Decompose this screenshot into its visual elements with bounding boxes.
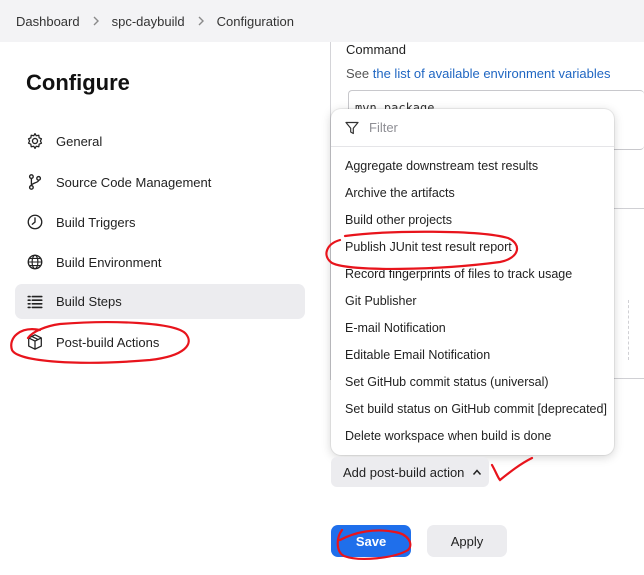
breadcrumb-dashboard[interactable]: Dashboard xyxy=(16,14,80,29)
annotation-check-mark xyxy=(490,456,534,482)
menu-item-github-status-deprecated[interactable]: Set build status on GitHub commit [depre… xyxy=(331,395,614,422)
menu-item-github-status-universal[interactable]: Set GitHub commit status (universal) xyxy=(331,368,614,395)
filter-row xyxy=(331,109,614,147)
sidebar-item-general[interactable]: General xyxy=(15,124,305,158)
env-vars-hint: See the list of available environment va… xyxy=(346,66,611,81)
divider xyxy=(628,300,629,360)
chevron-up-icon xyxy=(472,468,482,476)
list-icon xyxy=(25,292,45,312)
divider xyxy=(612,378,644,379)
env-vars-link[interactable]: the list of available environment variab… xyxy=(373,66,611,81)
add-post-build-action-label: Add post-build action xyxy=(343,464,465,480)
sidebar-item-build-environment[interactable]: Build Environment xyxy=(15,245,305,279)
menu-item-archive-artifacts[interactable]: Archive the artifacts xyxy=(331,179,614,206)
filter-icon xyxy=(345,121,359,134)
breadcrumb-configuration[interactable]: Configuration xyxy=(217,14,294,29)
jenkins-configure-page: Dashboard spc-daybuild Configuration Con… xyxy=(0,0,644,575)
breadcrumb-project[interactable]: spc-daybuild xyxy=(112,14,185,29)
sidebar-item-label: Build Triggers xyxy=(56,214,136,230)
see-prefix: See xyxy=(346,66,373,81)
menu-item-build-other-projects[interactable]: Build other projects xyxy=(331,206,614,233)
page-title: Configure xyxy=(26,70,130,95)
filter-input[interactable] xyxy=(369,120,589,135)
menu-item-email-notification[interactable]: E-mail Notification xyxy=(331,314,614,341)
post-build-action-menu: Aggregate downstream test results Archiv… xyxy=(331,109,614,455)
add-post-build-action-button[interactable]: Add post-build action xyxy=(331,457,489,487)
command-label: Command xyxy=(346,42,406,57)
menu-item-aggregate-downstream[interactable]: Aggregate downstream test results xyxy=(331,152,614,179)
sidebar-item-label: Source Code Management xyxy=(56,174,212,190)
menu-item-git-publisher[interactable]: Git Publisher xyxy=(331,287,614,314)
breadcrumb: Dashboard spc-daybuild Configuration xyxy=(0,0,644,42)
menu-item-record-fingerprints[interactable]: Record fingerprints of files to track us… xyxy=(331,260,614,287)
sidebar-item-build-triggers[interactable]: Build Triggers xyxy=(15,205,305,239)
gear-icon xyxy=(25,131,45,151)
branch-icon xyxy=(25,172,45,192)
save-button[interactable]: Save xyxy=(331,525,411,557)
sidebar-item-label: Build Environment xyxy=(56,254,162,270)
sidebar-item-post-build-actions[interactable]: Post-build Actions xyxy=(15,325,305,359)
sidebar-item-label: General xyxy=(56,133,103,149)
chevron-right-icon xyxy=(197,16,205,26)
sidebar-item-source-code-management[interactable]: Source Code Management xyxy=(15,165,305,199)
sidebar-item-build-steps[interactable]: Build Steps xyxy=(15,284,305,319)
chevron-right-icon xyxy=(92,16,100,26)
menu-item-publish-junit[interactable]: Publish JUnit test result report xyxy=(331,233,614,260)
menu-item-delete-workspace[interactable]: Delete workspace when build is done xyxy=(331,422,614,449)
globe-icon xyxy=(25,252,45,272)
menu-item-editable-email[interactable]: Editable Email Notification xyxy=(331,341,614,368)
package-icon xyxy=(25,332,45,352)
clock-icon xyxy=(25,212,45,232)
apply-button[interactable]: Apply xyxy=(427,525,507,557)
sidebar-item-label: Build Steps xyxy=(56,294,122,309)
sidebar-item-label: Post-build Actions xyxy=(56,334,160,350)
divider xyxy=(612,208,644,209)
